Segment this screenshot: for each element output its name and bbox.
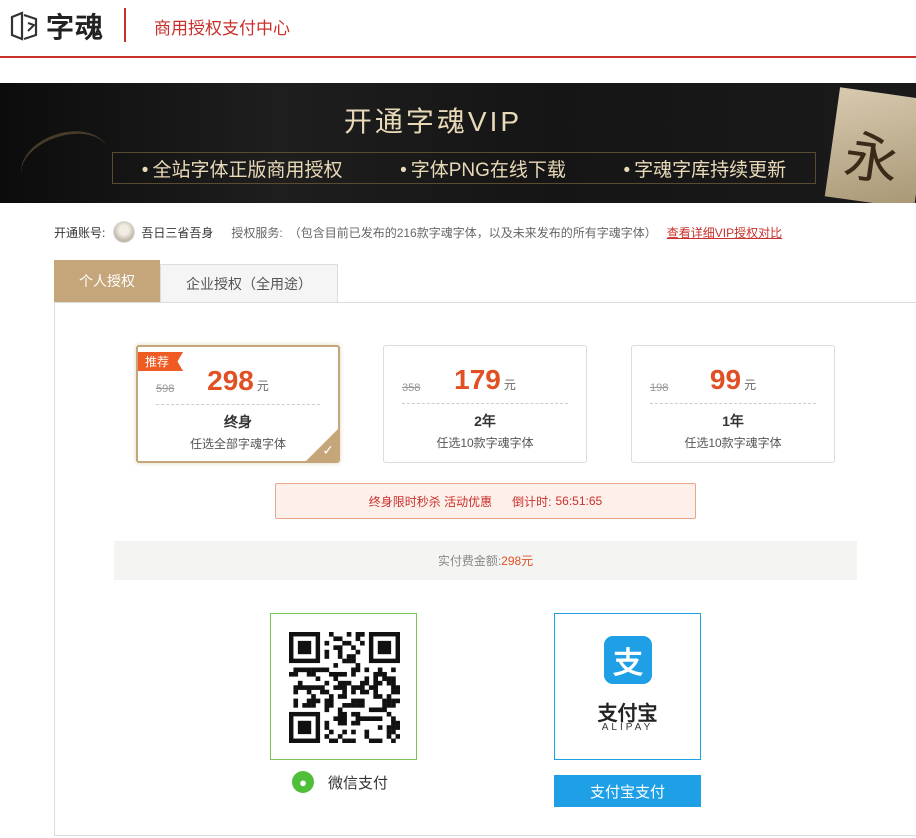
amount-label: 实付费金额: [437,554,502,568]
plan-term: 2年 [474,413,496,429]
plan-price-unit: 元 [256,379,269,393]
banner-feature: 全站字体正版商用授权 [142,155,342,182]
header-divider [124,8,126,42]
plan-card-lifetime[interactable]: 推荐 598 298 元 终身 任选全部字魂字体 ✓ [136,345,340,463]
plan-card-1year[interactable]: 198 99 元 1年 任选10款字魂字体 [631,345,835,463]
account-username: 吾日三省吾身 [141,225,214,240]
banner-feature: 字体PNG在线下载 [400,155,566,182]
vip-banner: 永 开通字魂VIP 全站字体正版商用授权 字体PNG在线下载 字魂字库持续更新 [0,83,916,203]
page-title: 商用授权支付中心 [154,19,290,38]
countdown-label: 倒计时: [512,494,552,509]
plan-card-2year[interactable]: 358 179 元 2年 任选10款字魂字体 [383,345,587,463]
wechat-icon: ● [292,771,314,793]
plan-description: 任选10款字魂字体 [436,436,534,450]
site-header: 字魂 商用授权支付中心 [0,0,916,58]
alipay-pay-button[interactable]: 支付宝支付 [554,775,701,807]
payable-amount: 实付费金额: 298元 [114,541,857,580]
amount-value: 298元 [501,554,534,568]
alipay-box[interactable]: 支 支付宝 ALIPAY [554,613,701,760]
avatar [113,221,136,243]
plan-description: 任选10款字魂字体 [684,436,782,450]
alipay-name-en: ALIPAY [601,722,654,733]
alipay-icon: 支 [604,636,652,684]
plan-price-unit: 元 [503,378,516,392]
banner-feature: 字魂字库持续更新 [624,155,786,182]
banner-title: 开通字魂VIP [343,106,523,137]
wechat-pay-label: ● 微信支付 [292,771,388,793]
zihun-logo-icon [10,11,38,41]
promo-bar: 终身限时秒杀 活动优惠 倒计时: 56:51:65 [275,483,696,519]
plan-divider [650,403,816,404]
vip-compare-link[interactable]: 查看详细VIP授权对比 [667,224,782,241]
checkmark-icon: ✓ [322,442,334,458]
plan-divider [156,404,320,405]
banner-features: 全站字体正版商用授权 字体PNG在线下载 字魂字库持续更新 [112,152,816,184]
logo-text: 字魂 [46,12,105,43]
account-info: 开通账号: 吾日三省吾身 授权服务: （包含目前已发布的216款字魂字体，以及未… [54,220,782,244]
wechat-qr-box [270,613,417,760]
plan-price-unit: 元 [744,378,757,392]
countdown-value: 56:51:65 [555,494,603,508]
plan-price-value: 99 [709,364,742,395]
wechat-qr-code [289,632,400,743]
site-logo[interactable]: 字魂 [8,6,104,46]
plan-price: 298 元 [138,365,338,397]
plan-term: 1年 [722,413,744,429]
plan-price-value: 179 [454,364,501,395]
promo-text: 终身限时秒杀 活动优惠 [368,494,493,509]
tab-enterprise[interactable]: 企业授权（全用途） [160,264,338,303]
wechat-label-text: 微信支付 [328,774,389,792]
tab-personal[interactable]: 个人授权 [54,260,160,302]
account-label: 开通账号: [54,225,106,240]
service-label: 授权服务: [231,225,283,240]
service-description: （包含目前已发布的216款字魂字体，以及未来发布的所有字魂字体） [288,225,657,240]
plan-divider [402,403,568,404]
plan-price-value: 298 [207,365,254,396]
plan-price: 99 元 [632,364,834,396]
plan-price: 179 元 [384,364,586,396]
